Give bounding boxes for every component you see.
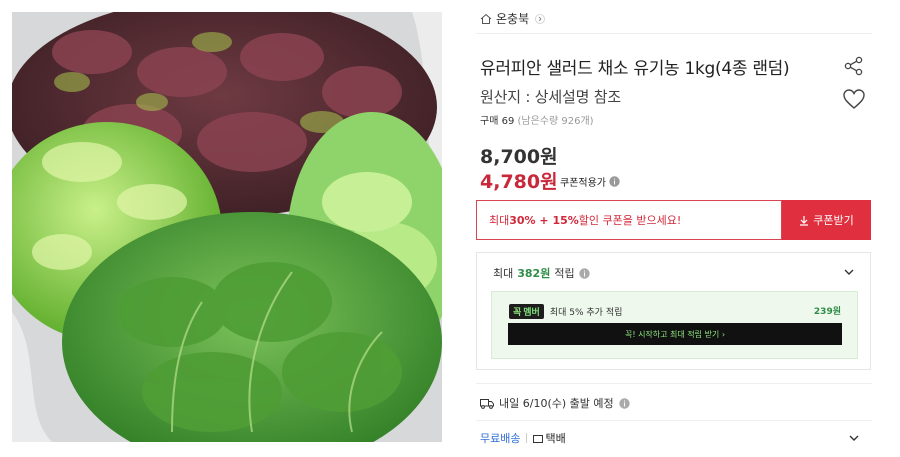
store-link[interactable]: 온충북: [480, 10, 546, 27]
coupon-price-label: 쿠폰적용가: [560, 178, 606, 189]
share-icon[interactable]: [843, 55, 865, 77]
member-points-box: 꼭 멤버 최대 5% 추가 적립 239원 꼭! 시작하고 최대 적립 받기 ›: [491, 291, 858, 359]
info-icon[interactable]: [578, 267, 590, 279]
heart-icon[interactable]: [842, 88, 866, 110]
origin-text: 원산지 : 상세설명 참조: [480, 88, 621, 106]
store-name: 온충북: [496, 12, 530, 26]
points-suffix: 적립: [554, 267, 575, 280]
delivery-method-label: 택배: [545, 432, 566, 445]
separator: [526, 433, 528, 443]
product-title: 유러피안 샐러드 채소 유기농 1kg(4종 랜덤): [480, 59, 790, 79]
chevron-down-icon[interactable]: [848, 432, 860, 444]
coupon-price-note: 쿠폰적용가: [560, 174, 620, 189]
member-badge-label: 멤버: [523, 308, 540, 318]
divider: [476, 33, 872, 34]
delivery-method: 택배: [533, 430, 566, 446]
sale-price: 4,780원: [480, 171, 558, 193]
lettuce-illustration: [12, 12, 442, 442]
points-amount: 382원: [517, 267, 551, 280]
member-points-text: 최대 5% 추가 적립: [549, 308, 623, 318]
points-section: 최대 382원 적립 꼭 멤버 최대 5% 추가 적립 239원 꼭! 시작하고…: [476, 252, 871, 370]
info-icon[interactable]: [609, 176, 620, 187]
membership-logo-icon: 꼭: [513, 308, 522, 318]
purchase-count-value: 구매 69: [480, 116, 515, 127]
get-coupon-label: 쿠폰받기: [813, 214, 854, 227]
stock-remaining: (남은수량 926개): [517, 116, 594, 127]
member-badge: 꼭 멤버: [509, 304, 544, 319]
divider: [476, 383, 872, 384]
shipping-schedule: 내일 6/10(수) 출발 예정: [480, 395, 630, 411]
get-coupon-button[interactable]: 쿠폰받기: [782, 200, 871, 240]
download-icon: [800, 215, 809, 226]
coupon-banner-suffix: 할인 쿠폰을 받으세요!: [578, 214, 682, 227]
divider: [476, 420, 872, 421]
coupon-banner-rate: 30% + 15%: [509, 213, 579, 227]
product-image[interactable]: [12, 12, 442, 442]
chevron-right-icon: [535, 13, 546, 24]
free-shipping-label: 무료배송: [480, 432, 521, 445]
member-start-button[interactable]: 꼭! 시작하고 최대 적립 받기 ›: [508, 323, 842, 345]
chevron-down-icon[interactable]: [843, 266, 855, 278]
member-points-row: 꼭 멤버 최대 5% 추가 적립: [509, 304, 622, 319]
house-icon: [480, 13, 492, 24]
points-summary: 최대 382원 적립: [493, 265, 590, 281]
delivery-info: 무료배송 택배: [480, 430, 566, 446]
coupon-banner-prefix: 최대: [489, 214, 510, 227]
product-info-panel: 온충북 유러피안 샐러드 채소 유기농 1kg(4종 랜덤) 원산지 : 상세설…: [476, 0, 876, 457]
package-icon: [533, 434, 544, 443]
info-icon[interactable]: [618, 397, 630, 409]
coupon-banner[interactable]: 최대 30% + 15% 할인 쿠폰을 받으세요!: [476, 200, 782, 240]
truck-icon: [480, 398, 494, 409]
member-points-value: 239원: [813, 307, 841, 317]
points-prefix: 최대: [493, 267, 514, 280]
purchase-count: 구매 69 (남은수량 926개): [480, 112, 594, 127]
original-price: 8,700원: [480, 146, 558, 168]
shipping-schedule-text: 내일 6/10(수) 출발 예정: [499, 397, 614, 410]
